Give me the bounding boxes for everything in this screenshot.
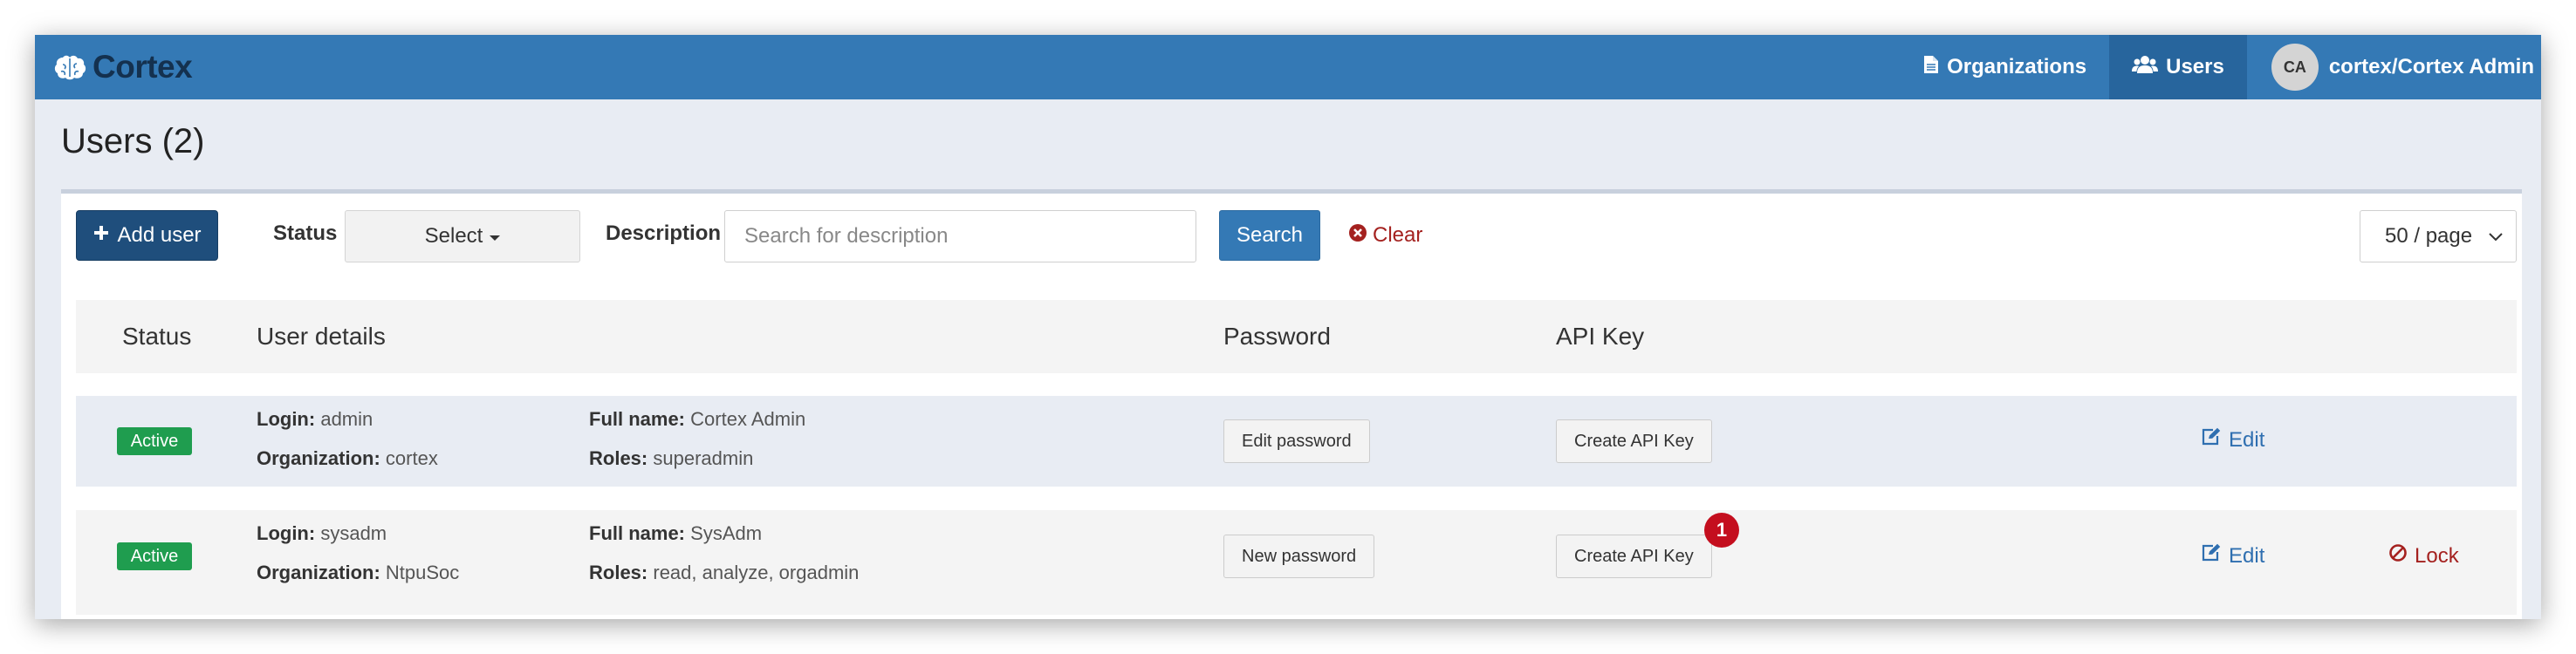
user-menu[interactable]: CA cortex/Cortex Admin	[2247, 35, 2541, 99]
description-filter-label: Description	[606, 221, 722, 245]
per-page-select[interactable]: 50 / page	[2360, 210, 2517, 262]
table-row: Active Login: admin Organization: cortex…	[76, 396, 2517, 487]
edit-label: Edit	[2229, 543, 2265, 568]
organization-field: Organization: cortex	[257, 447, 438, 470]
app-window: Cortex Organizations Users CA cortex/Cor…	[35, 35, 2541, 619]
search-button[interactable]: Search	[1219, 210, 1320, 261]
brand[interactable]: Cortex	[54, 47, 193, 87]
nav-users-label: Users	[2166, 55, 2224, 78]
roles-label: Roles:	[589, 562, 648, 583]
header-status: Status	[122, 323, 192, 350]
roles-field: Roles: superadmin	[589, 447, 753, 470]
header-password: Password	[1223, 323, 1331, 350]
plus-icon	[92, 223, 110, 248]
login-field: Login: sysadm	[257, 522, 387, 545]
roles-label: Roles:	[589, 447, 648, 469]
login-value: sysadm	[320, 522, 387, 544]
users-panel: Add user Status Select Description Searc…	[61, 189, 2522, 619]
create-api-key-button[interactable]: Create API Key	[1556, 419, 1712, 463]
header-api-key: API Key	[1556, 323, 1645, 350]
status-filter-label: Status	[273, 221, 338, 245]
edit-password-button[interactable]: Edit password	[1223, 419, 1370, 463]
edit-icon	[2201, 427, 2222, 453]
create-api-key-button[interactable]: Create API Key	[1556, 535, 1712, 578]
avatar: CA	[2271, 44, 2319, 91]
login-field: Login: admin	[257, 408, 373, 431]
organization-field: Organization: NtpuSoc	[257, 562, 459, 584]
lock-user-link[interactable]: Lock	[2388, 543, 2459, 569]
organization-label: Organization:	[257, 562, 380, 583]
organization-value: cortex	[385, 447, 438, 469]
lock-label: Lock	[2415, 543, 2459, 568]
edit-user-link[interactable]: Edit	[2201, 427, 2264, 453]
full-name-label: Full name:	[589, 408, 686, 430]
login-value: admin	[320, 408, 373, 430]
full-name-label: Full name:	[589, 522, 686, 544]
new-password-button[interactable]: New password	[1223, 535, 1375, 578]
clear-label: Clear	[1373, 223, 1423, 247]
roles-field: Roles: read, analyze, orgadmin	[589, 562, 859, 584]
page-title: Users (2)	[61, 122, 205, 160]
times-circle-icon	[1348, 223, 1367, 249]
top-navbar: Cortex Organizations Users CA cortex/Cor…	[35, 35, 2541, 99]
nav-organizations-label: Organizations	[1947, 55, 2087, 78]
organization-label: Organization:	[257, 447, 380, 469]
full-name-value: Cortex Admin	[690, 408, 806, 430]
edit-label: Edit	[2229, 427, 2265, 452]
login-label: Login:	[257, 408, 316, 430]
status-badge: Active	[117, 427, 192, 455]
add-user-button[interactable]: Add user	[76, 210, 218, 261]
ban-icon	[2388, 543, 2408, 569]
full-name-field: Full name: SysAdm	[589, 522, 762, 545]
nav-organizations[interactable]: Organizations	[1901, 35, 2109, 99]
status-select[interactable]: Select	[345, 210, 580, 262]
description-search-input[interactable]	[724, 210, 1196, 262]
login-label: Login:	[257, 522, 316, 544]
edit-icon	[2201, 543, 2222, 569]
status-badge: Active	[117, 542, 192, 570]
full-name-field: Full name: Cortex Admin	[589, 408, 805, 431]
per-page-value: 50 / page	[2385, 224, 2473, 248]
clear-button[interactable]: Clear	[1348, 210, 1422, 261]
brain-icon	[54, 54, 87, 80]
table-header: Status User details Password API Key	[76, 300, 2517, 373]
file-icon	[1923, 55, 1939, 80]
nav-menu: Organizations Users CA cortex/Cortex Adm…	[1901, 35, 2541, 99]
roles-value: read, analyze, orgadmin	[653, 562, 860, 583]
chevron-down-icon	[2488, 224, 2504, 249]
table-row: Active Login: sysadm Organization: NtpuS…	[76, 510, 2517, 615]
users-icon	[2132, 55, 2159, 80]
roles-value: superadmin	[653, 447, 754, 469]
status-select-value: Select	[424, 224, 483, 248]
caret-down-icon	[490, 235, 501, 241]
header-user-details: User details	[257, 323, 386, 350]
edit-user-link[interactable]: Edit	[2201, 543, 2264, 569]
user-name: cortex/Cortex Admin	[2328, 55, 2534, 78]
nav-users[interactable]: Users	[2109, 35, 2247, 99]
brand-name: Cortex	[92, 49, 193, 85]
organization-value: NtpuSoc	[385, 562, 460, 583]
notification-badge: 1	[1704, 513, 1739, 548]
full-name-value: SysAdm	[690, 522, 763, 544]
add-user-label: Add user	[117, 223, 202, 247]
